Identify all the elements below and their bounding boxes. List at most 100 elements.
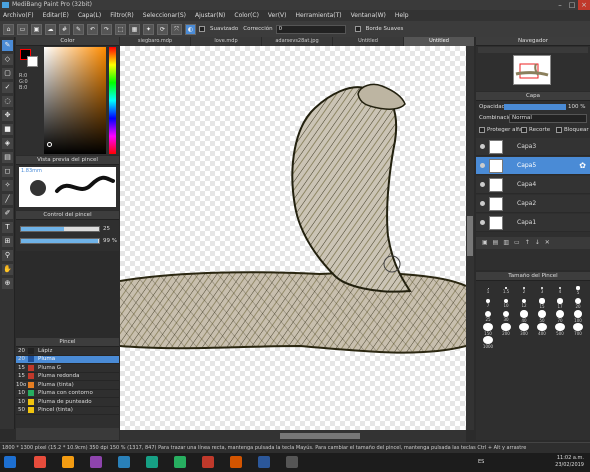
pen-tool-icon[interactable]: ✎: [2, 40, 13, 51]
brush-item[interactable]: 20 Pluma: [16, 355, 119, 364]
chrome-icon[interactable]: [34, 456, 46, 468]
folder-icon[interactable]: ▭: [17, 23, 28, 35]
maximize-icon[interactable]: □: [566, 0, 578, 10]
delete-layer-icon[interactable]: ✕: [545, 239, 555, 246]
brush-size-cell[interactable]: 20: [569, 297, 587, 310]
layer-up-icon[interactable]: ↑: [525, 239, 535, 246]
hand-icon[interactable]: ✋: [2, 264, 13, 275]
gear-icon[interactable]: ✿: [579, 161, 586, 170]
brush-size-cell[interactable]: 12: [515, 297, 533, 310]
fill-icon[interactable]: ◈: [2, 138, 13, 149]
antialias-icon[interactable]: ◐: [185, 23, 196, 35]
language-indicator[interactable]: ES: [478, 459, 484, 465]
rect-icon[interactable]: ■: [2, 124, 13, 135]
saturation-value-picker[interactable]: [44, 47, 106, 154]
menu-help[interactable]: Help: [395, 12, 409, 19]
visibility-eye-icon[interactable]: [480, 182, 485, 187]
brush-item[interactable]: 20 Lápiz: [16, 347, 119, 356]
home-icon[interactable]: ⌂: [3, 23, 14, 35]
vertical-scrollbar[interactable]: [466, 46, 474, 430]
layer-row[interactable]: Capa2: [476, 195, 590, 213]
brush-size-cell[interactable]: 700: [569, 323, 587, 336]
correccion-select[interactable]: 0: [275, 24, 346, 34]
shape-icon[interactable]: ◻: [2, 166, 13, 177]
brush-item[interactable]: 15 Pluma G: [16, 364, 119, 373]
word-icon[interactable]: [258, 456, 270, 468]
brush-size-cell[interactable]: 400: [533, 323, 551, 336]
brush-size-slider[interactable]: [20, 226, 100, 232]
duplicate-layer-icon[interactable]: ▤: [493, 239, 504, 246]
drawing-canvas[interactable]: [120, 46, 466, 430]
zoom-icon[interactable]: ⊕: [2, 278, 13, 289]
menu-ajustar[interactable]: Ajustar(N): [195, 12, 225, 19]
text-icon[interactable]: T: [2, 222, 13, 233]
brush-size-cell[interactable]: 100: [569, 310, 587, 323]
tab-untitled-1[interactable]: Untitled: [333, 37, 404, 46]
redo-icon[interactable]: ↷: [101, 23, 112, 35]
folder-app-icon[interactable]: [62, 456, 74, 468]
brush-size-cell[interactable]: 25: [479, 310, 497, 323]
gradient-icon[interactable]: ▤: [2, 152, 13, 163]
dot-icon[interactable]: ▢: [2, 68, 13, 79]
brush-size-cell[interactable]: 5: [569, 284, 587, 297]
app-icon-8[interactable]: [230, 456, 242, 468]
tab-siegbaro[interactable]: siegbaro.mdp: [120, 37, 191, 46]
app-icon-6[interactable]: [174, 456, 186, 468]
dropper-icon[interactable]: ⚲: [2, 250, 13, 261]
menu-capa[interactable]: Capa(L): [78, 12, 101, 19]
rotate-icon[interactable]: ⟳: [157, 23, 168, 35]
hue-slider[interactable]: [109, 47, 116, 154]
minimize-icon[interactable]: –: [554, 0, 566, 10]
app-icon-10[interactable]: [286, 456, 298, 468]
layer-row[interactable]: Capa1: [476, 214, 590, 232]
deselect-icon[interactable]: ⬚: [115, 23, 126, 35]
brush-size-cell[interactable]: 7: [479, 297, 497, 310]
brush-size-cell[interactable]: 1: [479, 284, 497, 297]
visibility-eye-icon[interactable]: [480, 201, 485, 206]
cloud-icon[interactable]: ☁: [45, 23, 56, 35]
tab-love[interactable]: love.mdp: [191, 37, 262, 46]
visibility-eye-icon[interactable]: [480, 144, 485, 149]
brush-item[interactable]: 50 Pincel (tinta): [16, 407, 119, 415]
brush-size-cell[interactable]: 3: [533, 284, 551, 297]
menu-ver[interactable]: Ver(V): [268, 12, 287, 19]
new-layer-icon[interactable]: ▣: [482, 239, 493, 246]
magic-wand-icon[interactable]: ✦: [143, 23, 154, 35]
brush-item[interactable]: 10 Pluma con contorno: [16, 390, 119, 398]
menu-ventana[interactable]: Ventana(W): [351, 12, 386, 19]
navigator-thumbnail[interactable]: [513, 55, 551, 85]
paint-icon[interactable]: [118, 456, 130, 468]
brush-item[interactable]: 15 Pluma redonda: [16, 373, 119, 381]
close-icon[interactable]: ×: [578, 0, 590, 10]
layer-row[interactable]: Capa3: [476, 138, 590, 156]
brush-icon[interactable]: ✎: [73, 23, 84, 35]
menu-editar[interactable]: Editar(E): [43, 12, 69, 19]
magic-select-icon[interactable]: ✧: [2, 180, 13, 191]
brush-size-cell[interactable]: 15: [533, 297, 551, 310]
folder-layer-icon[interactable]: ▭: [514, 239, 525, 246]
brush-item[interactable]: 10o Pluma (tinta): [16, 381, 119, 390]
brush-size-cell[interactable]: 1.5: [497, 284, 515, 297]
brush-size-cell[interactable]: 17: [551, 297, 569, 310]
brush-size-cell[interactable]: 50: [533, 310, 551, 323]
tab-adarsevs[interactable]: adarsevs28at.jpg: [262, 37, 333, 46]
panel-icon[interactable]: ⊞: [2, 236, 13, 247]
layer-opacity-slider[interactable]: [504, 104, 566, 110]
grid-icon[interactable]: #: [59, 23, 70, 35]
eraser-icon[interactable]: ◇: [2, 54, 13, 65]
app-icon-5[interactable]: [146, 456, 158, 468]
brush-size-cell[interactable]: 70: [551, 310, 569, 323]
lock-checkbox[interactable]: [556, 127, 562, 133]
brush-size-cell[interactable]: 2: [515, 284, 533, 297]
brush-opacity-slider[interactable]: [20, 238, 100, 244]
brush-size-cell[interactable]: 30: [497, 310, 515, 323]
tab-untitled-2[interactable]: Untitled: [404, 37, 475, 46]
transform-icon[interactable]: ⤧: [171, 23, 182, 35]
brush-size-cell[interactable]: 40: [515, 310, 533, 323]
layer-row[interactable]: Capa5 ✿: [476, 157, 590, 175]
vertical-scroll-thumb[interactable]: [467, 216, 473, 256]
layer-row[interactable]: Capa4: [476, 176, 590, 194]
brush-size-cell[interactable]: 4: [551, 284, 569, 297]
visibility-eye-icon[interactable]: [480, 163, 485, 168]
layer-down-icon[interactable]: ↓: [535, 239, 545, 246]
